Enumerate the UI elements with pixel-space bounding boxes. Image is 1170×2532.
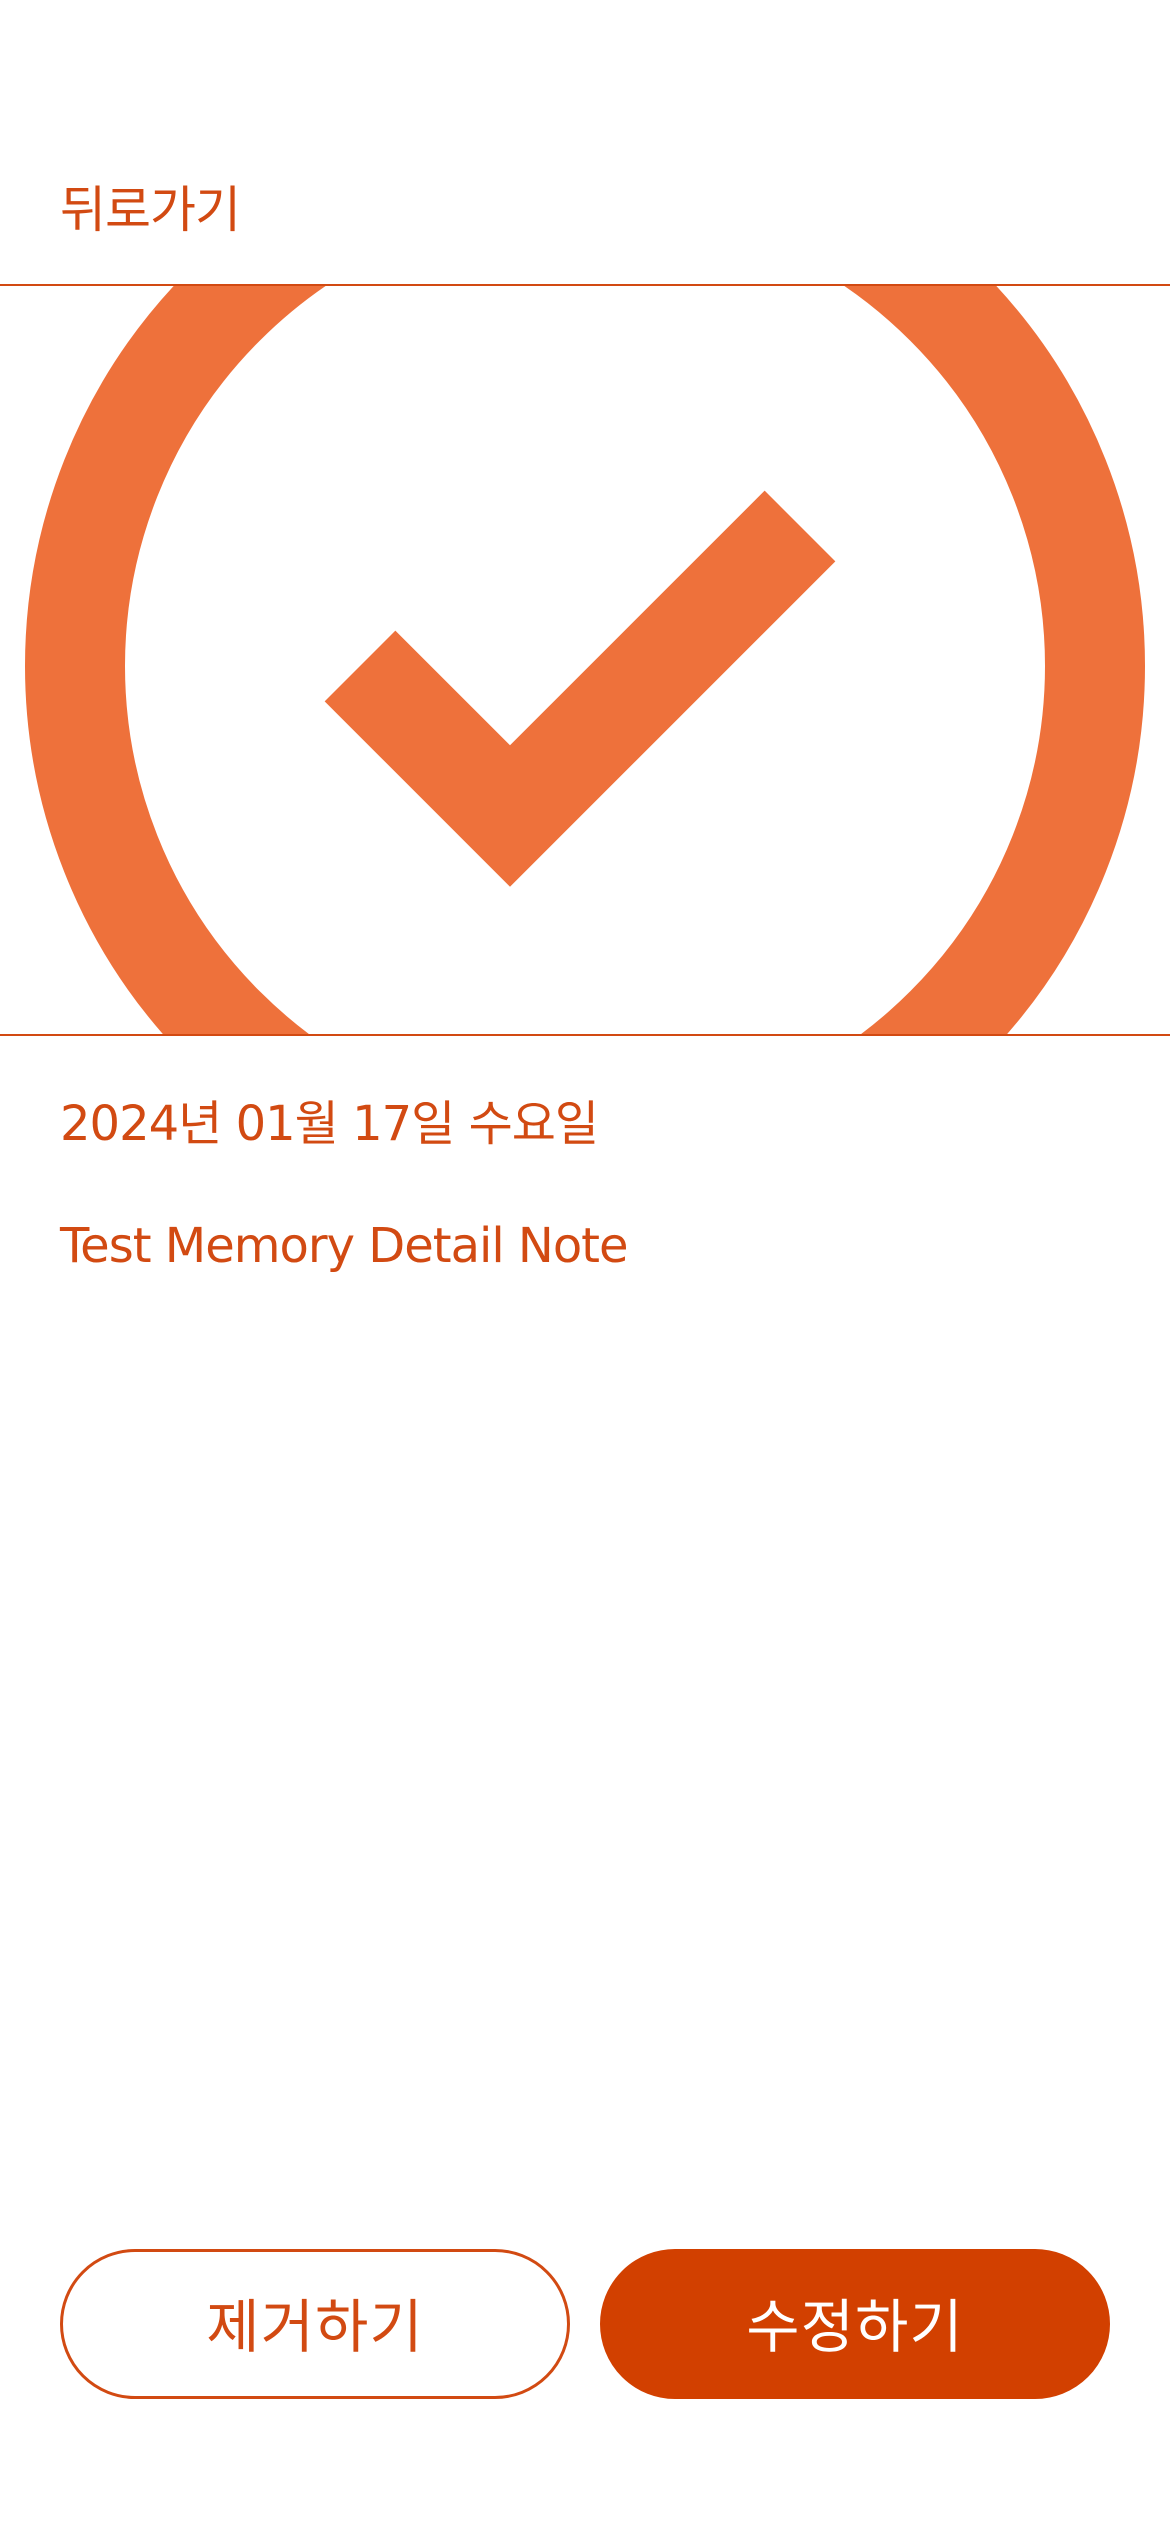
check-circle-icon: [25, 286, 1145, 1034]
back-button[interactable]: 뒤로가기: [60, 178, 241, 242]
edit-button[interactable]: 수정하기: [600, 2249, 1110, 2399]
memory-note: Test Memory Detail Note: [60, 1218, 629, 1274]
memory-date: 2024년 01월 17일 수요일: [60, 1096, 599, 1152]
remove-button[interactable]: 제거하기: [60, 2249, 570, 2399]
memory-photo: [0, 284, 1170, 1036]
